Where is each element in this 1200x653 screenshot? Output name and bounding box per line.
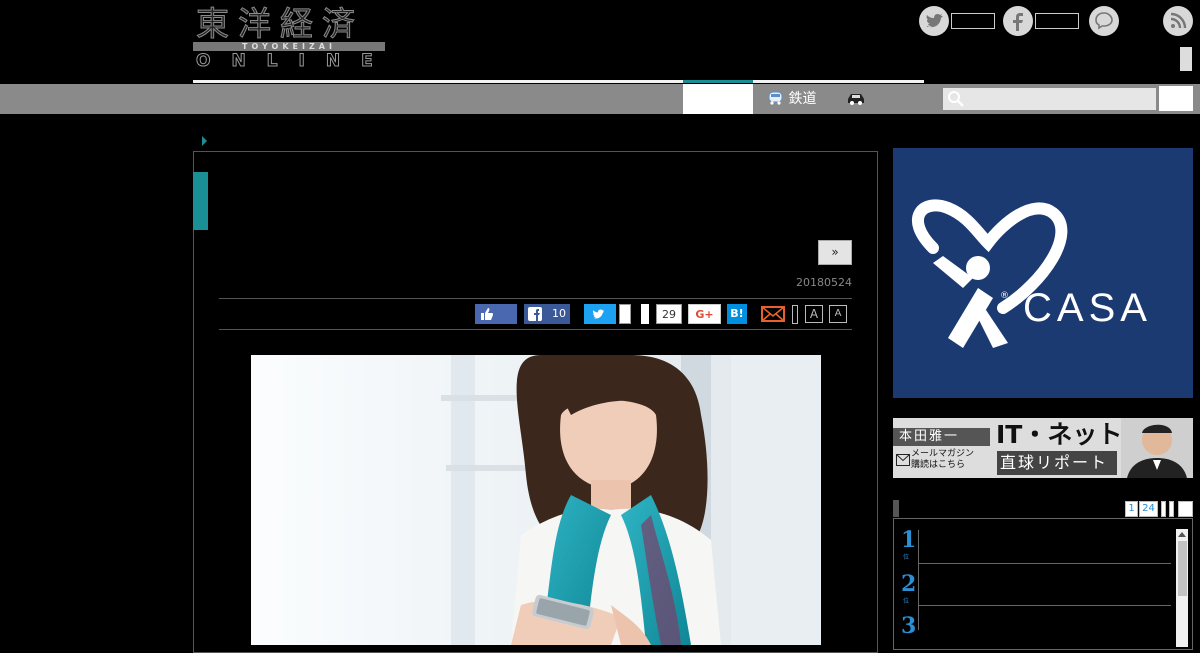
site-logo-band: TOYOKEIZAI xyxy=(193,42,385,51)
divider xyxy=(219,298,852,299)
ranking-suffix: 位 xyxy=(903,554,910,561)
breadcrumb-arrow-icon xyxy=(202,136,207,146)
twitter-follow-count xyxy=(951,13,995,29)
casa-trademark: ® xyxy=(1000,291,1009,301)
facebook-share-button[interactable]: 10 xyxy=(524,304,570,324)
honda-mailmagazine-banner[interactable]: 本田雅一 メールマガジン 購読はこちら IT・ネット 直球リポート xyxy=(893,418,1193,478)
hatena-count-marker xyxy=(641,304,649,324)
ranking-tab-24h[interactable]: 24 xyxy=(1139,501,1158,517)
nav-item-active[interactable] xyxy=(683,84,753,114)
search-button[interactable] xyxy=(1159,86,1193,111)
nav-top-line xyxy=(193,80,924,83)
mail-icon[interactable] xyxy=(761,305,785,323)
login-button[interactable] xyxy=(1180,47,1192,71)
banner-subtitle: 直球リポート xyxy=(1000,453,1109,472)
font-size-large-button[interactable]: A xyxy=(829,305,847,323)
twitter-icon[interactable] xyxy=(919,6,949,36)
mail-icon xyxy=(896,454,910,466)
ranking-scrollbar[interactable] xyxy=(1176,529,1188,647)
car-icon xyxy=(845,87,867,105)
ranking-number: 3 xyxy=(901,613,917,639)
ranking-row-separator xyxy=(919,563,1171,564)
nav-item-label: 鉄道 xyxy=(788,91,817,107)
ranking-tab[interactable] xyxy=(1169,501,1174,517)
ranking-tab[interactable] xyxy=(1161,501,1166,517)
mailmagazine-label: メールマガジン xyxy=(911,449,975,459)
ranking-tab-more[interactable] xyxy=(1178,501,1193,517)
nav-active-indicator xyxy=(683,80,753,83)
search-input[interactable] xyxy=(943,88,1156,110)
font-size-small-button[interactable]: A xyxy=(805,305,823,323)
subscribe-label: 購読はこちら xyxy=(911,460,966,470)
facebook-icon[interactable] xyxy=(1003,6,1033,36)
ranking-number: 1 xyxy=(901,527,917,553)
print-button[interactable] xyxy=(792,305,798,324)
train-icon xyxy=(767,87,784,105)
casa-logo-text: CASA xyxy=(1023,286,1152,330)
nav-item-auto[interactable] xyxy=(845,84,867,114)
search-icon xyxy=(948,91,964,107)
nav-item-railway[interactable]: 鉄道 xyxy=(767,84,816,114)
messenger-icon[interactable] xyxy=(1089,6,1119,36)
site-logo-sub: ONLINE xyxy=(196,51,394,71)
facebook-icon xyxy=(528,307,542,321)
twitter-icon xyxy=(592,309,605,319)
banner-title: IT・ネット xyxy=(996,420,1123,449)
article-date: 20180524 xyxy=(796,276,852,289)
facebook-like-button[interactable] xyxy=(475,304,517,324)
twitter-share-button[interactable] xyxy=(584,304,616,324)
article-title-accent xyxy=(193,172,208,230)
facebook-share-count: 10 xyxy=(552,307,566,320)
ranking-list xyxy=(893,518,1193,650)
ranking-number: 2 xyxy=(901,571,917,597)
ranking-tab-1h[interactable]: 1 xyxy=(1125,501,1138,517)
share-count-bubble: 29 xyxy=(656,304,682,324)
site-logo-main[interactable]: 東洋経済 xyxy=(196,5,364,42)
casa-advertisement[interactable]: ® CASA xyxy=(893,148,1193,398)
author-name: 本田雅一 xyxy=(899,429,960,444)
twitter-count-bubble xyxy=(619,304,631,324)
googleplus-share-button[interactable]: G+ xyxy=(688,304,721,324)
facebook-like-count xyxy=(1035,13,1079,29)
author-photo xyxy=(1121,418,1193,478)
ranking-header: 1 24 xyxy=(893,500,1193,517)
article-photo xyxy=(251,355,821,645)
divider xyxy=(219,329,852,330)
thumbs-up-icon xyxy=(481,308,493,320)
ranking-row-separator xyxy=(919,605,1171,606)
next-page-button[interactable]: » xyxy=(818,240,852,265)
ranking-divider xyxy=(918,530,919,630)
ranking-suffix: 位 xyxy=(903,598,910,605)
hatena-bookmark-button[interactable]: B! xyxy=(727,304,747,324)
rss-icon[interactable] xyxy=(1163,6,1193,36)
